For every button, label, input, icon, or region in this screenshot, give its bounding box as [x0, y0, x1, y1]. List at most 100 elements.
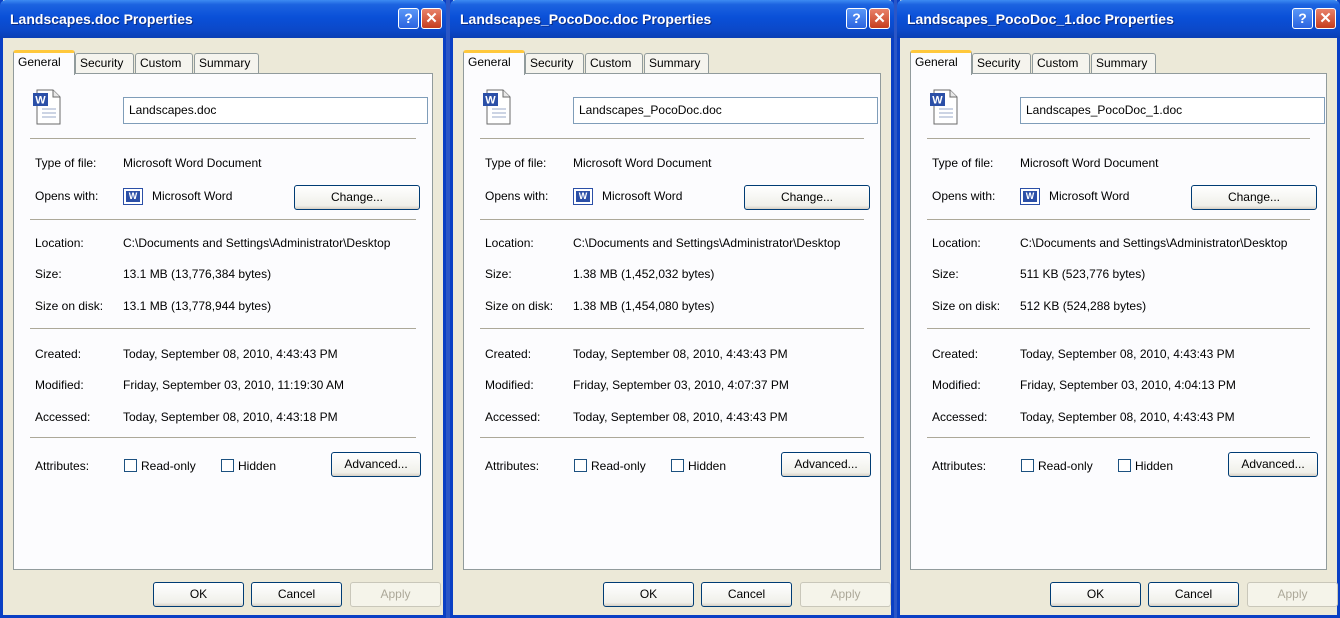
opens-with-label: Opens with:: [932, 189, 996, 203]
tab-custom[interactable]: Custom: [135, 53, 193, 73]
tab-custom[interactable]: Custom: [1032, 53, 1090, 73]
tab-general[interactable]: General: [463, 50, 525, 75]
close-icon[interactable]: ✕: [421, 8, 442, 29]
apply-button[interactable]: Apply: [350, 582, 441, 607]
cancel-button[interactable]: Cancel: [251, 582, 342, 607]
cancel-button[interactable]: Cancel: [701, 582, 792, 607]
accessed-label: Accessed:: [932, 410, 988, 424]
accessed-label: Accessed:: [485, 410, 541, 424]
type-value: Microsoft Word Document: [123, 156, 262, 170]
advanced-button[interactable]: Advanced...: [781, 452, 871, 477]
hidden-checkbox[interactable]: [221, 459, 234, 472]
apply-button[interactable]: Apply: [800, 582, 891, 607]
type-label: Type of file:: [485, 156, 547, 170]
read-only-checkbox[interactable]: [1021, 459, 1034, 472]
word-app-icon: W: [573, 188, 593, 205]
window-title: Landscapes.doc Properties: [10, 11, 193, 27]
advanced-button[interactable]: Advanced...: [331, 452, 421, 477]
type-label: Type of file:: [932, 156, 994, 170]
created-label: Created:: [932, 347, 979, 361]
opens-with-value: Microsoft Word: [152, 189, 233, 203]
cancel-button[interactable]: Cancel: [1148, 582, 1239, 607]
size-label: Size:: [35, 267, 62, 281]
title-bar[interactable]: Landscapes_PocoDoc.doc Properties ? ✕: [450, 0, 894, 38]
ok-button[interactable]: OK: [153, 582, 244, 607]
accessed-value: Today, September 08, 2010, 4:43:43 PM: [1020, 410, 1235, 424]
modified-value: Friday, September 03, 2010, 4:07:37 PM: [573, 378, 789, 392]
title-bar[interactable]: Landscapes_PocoDoc_1.doc Properties ? ✕: [897, 0, 1340, 38]
created-value: Today, September 08, 2010, 4:43:43 PM: [1020, 347, 1235, 361]
file-name-field[interactable]: Landscapes_PocoDoc_1.doc: [1020, 97, 1325, 124]
size-on-disk-label: Size on disk:: [35, 299, 104, 313]
location-label: Location:: [485, 236, 534, 250]
separator: [927, 219, 1310, 220]
general-panel: W Landscapes.doc Type of file: Microsoft…: [13, 73, 433, 570]
file-name-field[interactable]: Landscapes.doc: [123, 97, 428, 124]
opens-with-value: Microsoft Word: [1049, 189, 1130, 203]
size-label: Size:: [932, 267, 959, 281]
word-app-letter: W: [576, 191, 590, 202]
help-icon[interactable]: ?: [398, 8, 419, 29]
change-button[interactable]: Change...: [294, 185, 420, 210]
read-only-checkbox[interactable]: [124, 459, 137, 472]
tab-security[interactable]: Security: [972, 53, 1031, 73]
tab-summary[interactable]: Summary: [1091, 53, 1156, 73]
created-value: Today, September 08, 2010, 4:43:43 PM: [573, 347, 788, 361]
separator: [480, 328, 864, 329]
accessed-value: Today, September 08, 2010, 4:43:18 PM: [123, 410, 338, 424]
advanced-button[interactable]: Advanced...: [1228, 452, 1318, 477]
tab-summary[interactable]: Summary: [194, 53, 259, 73]
properties-dialog-landscapes: Landscapes.doc Properties ? ✕ General Se…: [0, 0, 446, 618]
file-name-field[interactable]: Landscapes_PocoDoc.doc: [573, 97, 878, 124]
type-value: Microsoft Word Document: [573, 156, 712, 170]
hidden-label: Hidden: [1135, 459, 1174, 473]
size-value: 13.1 MB (13,776,384 bytes): [123, 267, 272, 281]
location-label: Location:: [932, 236, 981, 250]
attributes-label: Attributes:: [485, 459, 540, 473]
help-icon[interactable]: ?: [1292, 8, 1313, 29]
tab-general[interactable]: General: [910, 50, 972, 75]
properties-dialog-landscapes-pocodoc: Landscapes_PocoDoc.doc Properties ? ✕ Ge…: [450, 0, 894, 618]
opens-with-label: Opens with:: [485, 189, 549, 203]
separator: [30, 138, 416, 139]
read-only-checkbox[interactable]: [574, 459, 587, 472]
ok-button[interactable]: OK: [1050, 582, 1141, 607]
separator: [480, 219, 864, 220]
size-label: Size:: [485, 267, 512, 281]
window-title: Landscapes_PocoDoc.doc Properties: [460, 11, 712, 27]
title-bar[interactable]: Landscapes.doc Properties ? ✕: [0, 0, 446, 38]
change-button[interactable]: Change...: [1191, 185, 1317, 210]
tab-security[interactable]: Security: [525, 53, 584, 73]
separator: [30, 328, 416, 329]
tab-custom[interactable]: Custom: [585, 53, 643, 73]
ok-button[interactable]: OK: [603, 582, 694, 607]
attributes-label: Attributes:: [932, 459, 987, 473]
location-label: Location:: [35, 236, 84, 250]
apply-button[interactable]: Apply: [1247, 582, 1338, 607]
close-icon[interactable]: ✕: [1315, 8, 1336, 29]
word-app-letter: W: [126, 191, 140, 202]
help-icon[interactable]: ?: [846, 8, 867, 29]
opens-with-label: Opens with:: [35, 189, 99, 203]
tab-security[interactable]: Security: [75, 53, 134, 73]
accessed-value: Today, September 08, 2010, 4:43:43 PM: [573, 410, 788, 424]
attributes-label: Attributes:: [35, 459, 90, 473]
window-title: Landscapes_PocoDoc_1.doc Properties: [907, 11, 1174, 27]
hidden-checkbox[interactable]: [671, 459, 684, 472]
change-button[interactable]: Change...: [744, 185, 870, 210]
size-value: 511 KB (523,776 bytes): [1020, 267, 1146, 281]
separator: [30, 437, 416, 438]
tab-summary[interactable]: Summary: [644, 53, 709, 73]
read-only-label: Read-only: [1038, 459, 1093, 473]
hidden-checkbox[interactable]: [1118, 459, 1131, 472]
word-document-icon: W: [930, 89, 958, 125]
word-document-icon: W: [33, 89, 61, 125]
close-icon[interactable]: ✕: [869, 8, 890, 29]
word-document-icon: W: [483, 89, 511, 125]
location-value: C:\Documents and Settings\Administrator\…: [123, 236, 391, 250]
tab-general[interactable]: General: [13, 50, 75, 75]
word-app-icon: W: [1020, 188, 1040, 205]
modified-label: Modified:: [35, 378, 84, 392]
location-value: C:\Documents and Settings\Administrator\…: [1020, 236, 1288, 250]
word-app-icon: W: [123, 188, 143, 205]
